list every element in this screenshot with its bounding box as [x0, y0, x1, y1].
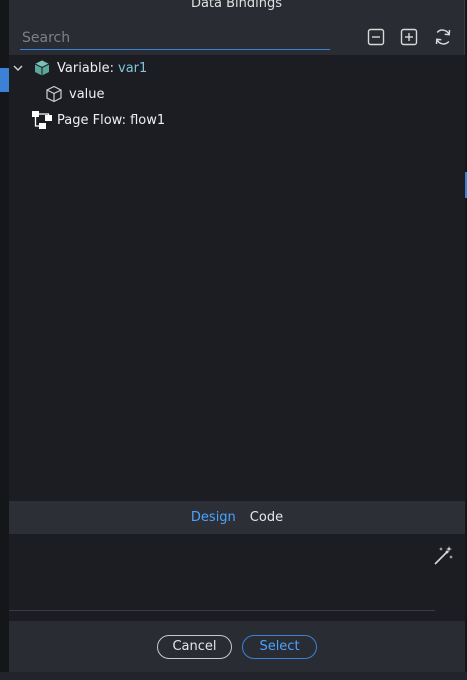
cube-outline-icon — [43, 83, 65, 105]
tree-item-value: var1 — [118, 60, 148, 76]
refresh-button[interactable] — [432, 26, 454, 48]
magic-wand-button[interactable] — [431, 544, 455, 568]
background-bottom-strip — [0, 672, 467, 680]
plus-square-icon — [400, 28, 418, 46]
data-bindings-dialog: Data Bindings Search Variable: var1 valu… — [9, 0, 465, 672]
toolbar — [9, 26, 464, 52]
chevron-down-icon[interactable] — [11, 61, 25, 75]
background-accent-left — [0, 68, 9, 92]
mode-tabs: Design Code — [9, 501, 465, 534]
dialog-footer: Cancel Select — [9, 621, 465, 672]
expression-editor[interactable] — [9, 534, 465, 621]
tree-item-variable[interactable]: Variable: var1 — [11, 56, 147, 80]
editor-divider — [9, 610, 435, 611]
tree-item-label: Variable: — [57, 60, 115, 76]
tab-code[interactable]: Code — [250, 510, 283, 525]
cancel-button[interactable]: Cancel — [157, 634, 232, 659]
minus-square-icon — [367, 28, 385, 46]
collapse-all-button[interactable] — [365, 26, 387, 48]
binding-tree: Variable: var1 value Page Flow: flow1 — [9, 55, 465, 501]
expand-all-button[interactable] — [398, 26, 420, 48]
tab-design[interactable]: Design — [191, 510, 236, 525]
tree-item-label: value — [69, 86, 105, 102]
select-button[interactable]: Select — [242, 634, 317, 659]
search-input[interactable] — [20, 26, 330, 50]
magic-wand-icon — [434, 546, 453, 565]
tree-item-label: Page Flow: flow1 — [57, 112, 166, 128]
tree-item-page-flow[interactable]: Page Flow: flow1 — [31, 108, 165, 132]
cube-filled-icon — [31, 57, 53, 79]
flow-icon — [31, 109, 53, 131]
dialog-title: Data Bindings — [190, 0, 283, 11]
tree-item-value-field[interactable]: value — [43, 82, 105, 106]
refresh-icon — [435, 29, 451, 45]
